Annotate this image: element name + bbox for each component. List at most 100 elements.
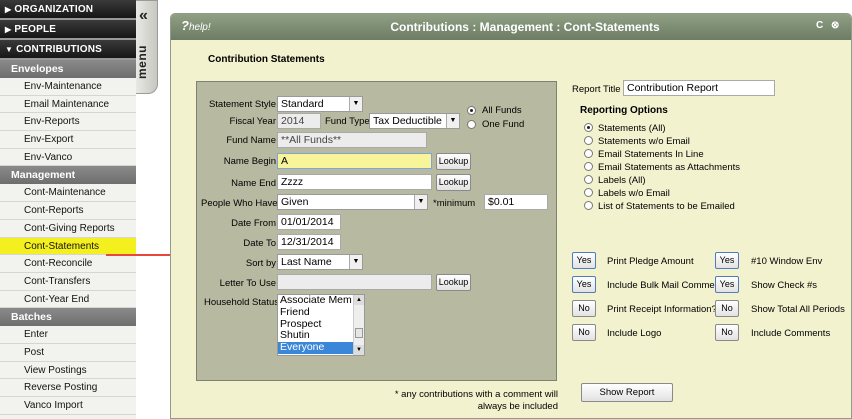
option-label: Labels w/o Email: [598, 188, 670, 199]
panel-title: Contributions : Management : Cont-Statem…: [390, 20, 660, 34]
print-pledge-amount-toggle[interactable]: Yes: [572, 252, 596, 269]
all-funds-radio[interactable]: [467, 106, 476, 115]
sidebar-section-organization[interactable]: ▶ ORGANIZATION: [0, 0, 136, 20]
statement-style-label: Statement Style: [208, 99, 276, 110]
sidebar-item-env-vanco[interactable]: Env-Vanco: [0, 149, 136, 167]
household-status-label: Household Status: [204, 297, 279, 308]
show-check-numbers-toggle[interactable]: Yes: [715, 276, 739, 293]
scroll-down-icon[interactable]: ▼: [354, 345, 364, 355]
option-label: Labels (All): [598, 175, 646, 186]
one-fund-radio[interactable]: [467, 120, 476, 129]
date-from-label: Date From: [231, 218, 276, 229]
option-email-attachments-radio[interactable]: [584, 162, 593, 171]
option-labels-all-radio[interactable]: [584, 175, 593, 184]
scroll-up-icon[interactable]: ▲: [354, 295, 364, 305]
chevron-down-icon: ▼: [349, 255, 362, 269]
collapse-chevron-icon[interactable]: «: [139, 7, 148, 25]
chevron-down-icon: ▼: [349, 97, 362, 111]
toggle-label: Print Pledge Amount: [607, 256, 694, 267]
statement-style-select[interactable]: Standard ▼: [277, 96, 363, 112]
list-item-selected[interactable]: Everyone: [278, 341, 364, 354]
include-comments-toggle[interactable]: No: [715, 324, 739, 341]
sidebar-item-view-postings[interactable]: View Postings: [0, 362, 136, 380]
statements-panel: ?help! Contributions : Management : Cont…: [170, 13, 852, 419]
sidebar-item-email-maintenance[interactable]: Email Maintenance: [0, 96, 136, 114]
fiscal-year-input[interactable]: 2014: [277, 113, 321, 129]
people-who-have-select[interactable]: Given ▼: [277, 194, 428, 210]
sidebar-item-post[interactable]: Post: [0, 344, 136, 362]
date-to-label: Date To: [243, 238, 276, 249]
sidebar: ▶ ORGANIZATION ▶ PEOPLE ▼ CONTRIBUTIONS Env…: [0, 0, 136, 419]
option-label: Statements w/o Email: [598, 136, 690, 147]
sidebar-section-people[interactable]: ▶ PEOPLE: [0, 20, 136, 40]
toggle-label: Include Bulk Mail Comment: [607, 280, 723, 291]
name-begin-lookup-button[interactable]: Lookup: [436, 153, 471, 170]
fiscal-year-label: Fiscal Year: [229, 116, 276, 127]
option-list-emailed-radio[interactable]: [584, 201, 593, 210]
list-scrollbar[interactable]: ▲ ▼: [353, 295, 364, 355]
chevron-down-icon: ▼: [446, 114, 459, 128]
option-labels-wo-email-radio[interactable]: [584, 188, 593, 197]
window-env-toggle[interactable]: Yes: [715, 252, 739, 269]
sidebar-item-cont-transfers[interactable]: Cont-Transfers: [0, 273, 136, 291]
list-item[interactable]: Friend: [278, 306, 364, 319]
letter-to-use-input[interactable]: [277, 274, 432, 290]
date-from-input[interactable]: 01/01/2014: [277, 214, 341, 230]
date-to-input[interactable]: 12/31/2014: [277, 234, 341, 250]
sidebar-item-env-reports[interactable]: Env-Reports: [0, 113, 136, 132]
toggle-label: #10 Window Env: [751, 256, 823, 267]
include-logo-toggle[interactable]: No: [572, 324, 596, 341]
sidebar-group-envelopes: Envelopes: [0, 60, 136, 78]
bulk-mail-comment-toggle[interactable]: Yes: [572, 276, 596, 293]
menu-tab[interactable]: « menu: [135, 0, 158, 94]
sidebar-item-vanco-import[interactable]: Vanco Import: [0, 397, 136, 415]
comment-note: * any contributions with a comment will …: [394, 389, 558, 412]
sidebar-item-env-maintenance[interactable]: Env-Maintenance: [0, 78, 136, 96]
sort-by-select[interactable]: Last Name ▼: [277, 254, 363, 270]
scroll-thumb[interactable]: [355, 328, 363, 338]
household-status-list[interactable]: Associate Mem Friend Prospect Shutin Eve…: [277, 294, 365, 356]
sidebar-item-env-export[interactable]: Env-Export: [0, 131, 136, 149]
report-title-label: Report Title: [572, 84, 621, 95]
sidebar-item-enter[interactable]: Enter: [0, 326, 136, 344]
sidebar-item-cont-maintenance[interactable]: Cont-Maintenance: [0, 184, 136, 203]
sidebar-item-cont-reports[interactable]: Cont-Reports: [0, 202, 136, 220]
sidebar-group-management: Management: [0, 166, 136, 185]
panel-title-bar: ?help! Contributions : Management : Cont…: [171, 14, 851, 40]
option-email-inline-radio[interactable]: [584, 149, 593, 158]
letter-to-use-label: Letter To Use: [219, 278, 276, 289]
sort-by-label: Sort by: [245, 258, 276, 269]
toggle-label: Include Comments: [751, 328, 831, 339]
report-title-input[interactable]: Contribution Report: [623, 80, 775, 96]
name-begin-label: Name Begin: [223, 156, 276, 167]
triangle-down-icon: ▼: [5, 45, 14, 54]
show-total-all-periods-toggle[interactable]: No: [715, 300, 739, 317]
sidebar-item-cont-year-end[interactable]: Cont-Year End: [0, 291, 136, 309]
option-label: Statements (All): [598, 123, 666, 134]
sidebar-item-cont-giving-reports[interactable]: Cont-Giving Reports: [0, 220, 136, 238]
name-begin-input[interactable]: A: [277, 153, 432, 169]
fund-type-label: Fund Type: [325, 116, 370, 127]
minimum-label: *minimum: [433, 198, 476, 209]
sidebar-section-contributions[interactable]: ▼ CONTRIBUTIONS: [0, 40, 136, 60]
name-end-lookup-button[interactable]: Lookup: [436, 174, 471, 191]
toggle-label: Show Total All Periods: [751, 304, 845, 315]
close-icon[interactable]: ⊗: [831, 20, 839, 31]
show-report-button[interactable]: Show Report: [581, 383, 673, 402]
name-end-input[interactable]: Zzzz: [277, 174, 432, 190]
refresh-icon[interactable]: C: [816, 20, 823, 31]
sidebar-group-batches: Batches: [0, 308, 136, 327]
all-funds-label: All Funds: [482, 105, 522, 116]
option-statements-all-radio[interactable]: [584, 123, 593, 132]
option-statements-wo-email-radio[interactable]: [584, 136, 593, 145]
minimum-input[interactable]: $0.01: [484, 194, 548, 210]
letter-lookup-button[interactable]: Lookup: [436, 274, 471, 291]
toggle-label: Show Check #s: [751, 280, 818, 291]
fund-type-select[interactable]: Tax Deductible ▼: [369, 113, 460, 129]
sidebar-item-reverse-posting[interactable]: Reverse Posting: [0, 379, 136, 397]
print-receipt-info-toggle[interactable]: No: [572, 300, 596, 317]
toggle-label: Include Logo: [607, 328, 662, 339]
one-fund-label: One Fund: [482, 119, 525, 130]
section-title: Contribution Statements: [208, 54, 325, 65]
fund-name-input[interactable]: **All Funds**: [277, 132, 427, 148]
